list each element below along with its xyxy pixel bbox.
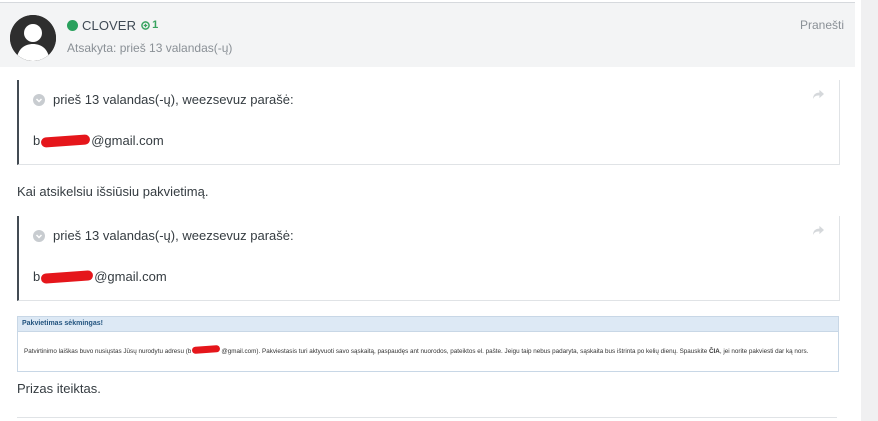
author-name-link[interactable]: CLOVER [82, 18, 136, 33]
post-text-line: Prizas iteiktas. [17, 381, 101, 396]
quote-email: b @gmail.com [33, 133, 164, 148]
reputation-badge[interactable]: 1 [141, 19, 158, 31]
reputation-count: 1 [152, 19, 159, 31]
chevron-circle-icon [33, 229, 45, 242]
reputation-plus-icon [141, 20, 150, 30]
post-header: CLOVER 1 Atsakyta: prieš 13 valandas(-ų)… [0, 2, 855, 67]
quote-email: b @gmail.com [33, 269, 167, 284]
avatar[interactable] [10, 15, 56, 61]
invitation-success-screenshot: Pakvietimas sėkmingas! Patvirtinimo laiš… [17, 316, 839, 372]
redaction-mark [40, 133, 91, 148]
quote-citation-text: prieš 13 valandas(-ų), weezsevuz parašė: [53, 228, 294, 243]
online-status-icon [67, 19, 78, 31]
invite-again-link[interactable]: ČIA [709, 348, 720, 355]
share-arrow-icon[interactable] [812, 89, 825, 100]
right-sidebar [856, 0, 878, 421]
author-line: CLOVER 1 [67, 17, 158, 33]
redaction-mark [192, 345, 221, 354]
share-arrow-icon[interactable] [812, 225, 825, 236]
forum-post: CLOVER 1 Atsakyta: prieš 13 valandas(-ų)… [0, 0, 856, 421]
post-text-line: Kai atsikelsiu išsiūsiu pakvietimą. [17, 184, 209, 199]
invitation-title: Pakvietimas sėkmingas! [18, 317, 838, 332]
post-divider [17, 417, 837, 418]
user-silhouette-icon [10, 15, 56, 61]
post-timestamp[interactable]: Atsakyta: prieš 13 valandas(-ų) [67, 41, 232, 55]
chevron-circle-icon [33, 93, 45, 106]
quote-citation-text: prieš 13 valandas(-ų), weezsevuz parašė: [53, 92, 294, 107]
invitation-message: Patvirtinimo laiškas buvo nusiųstas Jūsų… [18, 332, 838, 356]
quote-citation[interactable]: prieš 13 valandas(-ų), weezsevuz parašė: [33, 92, 294, 107]
quote-block: prieš 13 valandas(-ų), weezsevuz parašė:… [17, 80, 840, 165]
sidebar-panel [861, 0, 878, 421]
quote-citation[interactable]: prieš 13 valandas(-ų), weezsevuz parašė: [33, 228, 294, 243]
report-button[interactable]: Pranešti [800, 18, 844, 32]
quote-block: prieš 13 valandas(-ų), weezsevuz parašė:… [17, 216, 840, 301]
redaction-mark [40, 269, 94, 284]
